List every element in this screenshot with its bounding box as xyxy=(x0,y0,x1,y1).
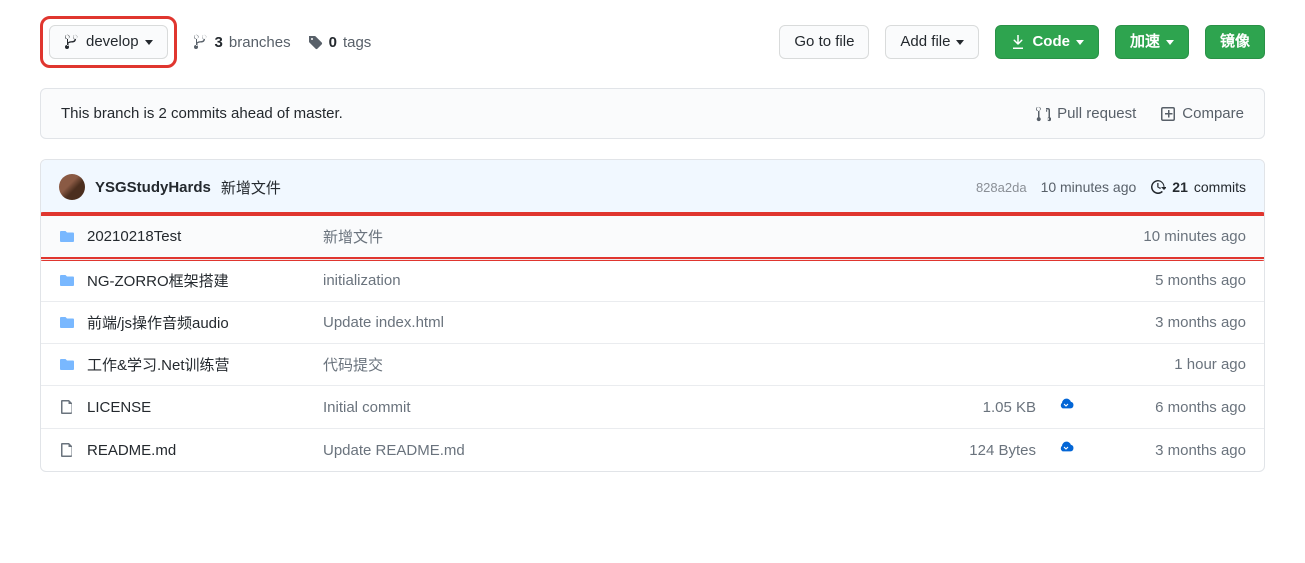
file-name[interactable]: LICENSE xyxy=(87,399,151,416)
folder-icon xyxy=(59,357,75,373)
caret-down-icon xyxy=(1076,40,1084,45)
file-commit-message[interactable]: Update README.md xyxy=(323,442,932,459)
file-time: 6 months ago xyxy=(1096,399,1246,416)
branch-selector-highlight: develop xyxy=(40,16,177,68)
caret-down-icon xyxy=(956,40,964,45)
file-size: 124 Bytes xyxy=(946,442,1036,459)
pull-request-link[interactable]: Pull request xyxy=(1035,105,1136,122)
file-commit-message[interactable]: Update index.html xyxy=(323,314,932,331)
tag-icon xyxy=(307,34,323,50)
commits-link[interactable]: 21 commits xyxy=(1150,179,1246,195)
folder-icon xyxy=(59,315,75,331)
branch-selector-button[interactable]: develop xyxy=(49,25,168,59)
cloud-download-icon[interactable] xyxy=(1050,396,1082,418)
pull-request-icon xyxy=(1035,106,1051,122)
tags-text: tags xyxy=(343,34,371,51)
branches-count: 3 xyxy=(215,34,223,51)
file-time: 3 months ago xyxy=(1096,314,1246,331)
file-row[interactable]: README.md Update README.md 124 Bytes 3 mont… xyxy=(41,428,1264,471)
file-commit-message[interactable]: 代码提交 xyxy=(323,354,932,375)
caret-down-icon xyxy=(145,40,153,45)
branch-compare-notice: This branch is 2 commits ahead of master… xyxy=(40,88,1265,139)
file-time: 10 minutes ago xyxy=(1096,228,1246,245)
commit-time: 10 minutes ago xyxy=(1041,179,1137,195)
branch-notice-text: This branch is 2 commits ahead of master… xyxy=(61,105,343,122)
file-row[interactable]: LICENSE Initial commit 1.05 KB 6 months ago xyxy=(41,385,1264,428)
file-name[interactable]: NG-ZORRO框架搭建 xyxy=(87,270,229,291)
file-row[interactable]: NG-ZORRO框架搭建 initialization 5 months ago xyxy=(41,259,1264,301)
file-commit-message[interactable]: Initial commit xyxy=(323,399,932,416)
branches-text: branches xyxy=(229,34,291,51)
folder-icon xyxy=(59,229,75,245)
compare-icon xyxy=(1160,106,1176,122)
file-name[interactable]: 工作&学习.Net训练营 xyxy=(87,354,230,375)
file-commit-message[interactable]: initialization xyxy=(323,272,932,289)
tags-link[interactable]: 0 tags xyxy=(307,34,372,51)
commit-message[interactable]: 新增文件 xyxy=(221,177,281,198)
go-to-file-button[interactable]: Go to file xyxy=(779,25,869,59)
file-size: 1.05 KB xyxy=(946,399,1036,416)
download-icon xyxy=(1010,34,1026,50)
branch-icon xyxy=(193,34,209,50)
file-time: 5 months ago xyxy=(1096,272,1246,289)
file-list-panel: YSGStudyHards 新增文件 828a2da 10 minutes ag… xyxy=(40,159,1265,472)
commit-sha[interactable]: 828a2da xyxy=(976,180,1027,195)
compare-link[interactable]: Compare xyxy=(1160,105,1244,122)
code-button[interactable]: Code xyxy=(995,25,1099,59)
history-icon xyxy=(1150,179,1166,195)
accelerate-button[interactable]: 加速 xyxy=(1115,25,1189,59)
avatar[interactable] xyxy=(59,174,85,200)
branches-link[interactable]: 3 branches xyxy=(193,34,291,51)
folder-icon xyxy=(59,273,75,289)
file-name[interactable]: 前端/js操作音频audio xyxy=(87,312,229,333)
row-highlight: 20210218Test 新增文件 10 minutes ago xyxy=(40,212,1265,261)
file-row[interactable]: 工作&学习.Net训练营 代码提交 1 hour ago xyxy=(41,343,1264,385)
file-time: 1 hour ago xyxy=(1096,356,1246,373)
caret-down-icon xyxy=(1166,40,1174,45)
branch-label: develop xyxy=(86,32,139,52)
file-commit-message[interactable]: 新增文件 xyxy=(323,226,932,247)
mirror-button[interactable]: 镜像 xyxy=(1205,25,1265,59)
file-name[interactable]: README.md xyxy=(87,442,176,459)
file-time: 3 months ago xyxy=(1096,442,1246,459)
file-icon xyxy=(59,442,75,458)
add-file-button[interactable]: Add file xyxy=(885,25,979,59)
latest-commit-header: YSGStudyHards 新增文件 828a2da 10 minutes ag… xyxy=(41,160,1264,214)
file-row[interactable]: 前端/js操作音频audio Update index.html 3 months … xyxy=(41,301,1264,343)
tags-count: 0 xyxy=(329,34,337,51)
branch-icon xyxy=(64,34,80,50)
file-name[interactable]: 20210218Test xyxy=(87,228,181,245)
file-row[interactable]: 20210218Test 新增文件 10 minutes ago xyxy=(41,216,1264,257)
repo-toolbar: develop 3 branches 0 tags Go to file Add… xyxy=(40,16,1265,68)
file-icon xyxy=(59,399,75,415)
commit-author[interactable]: YSGStudyHards xyxy=(95,179,211,196)
cloud-download-icon[interactable] xyxy=(1050,439,1082,461)
